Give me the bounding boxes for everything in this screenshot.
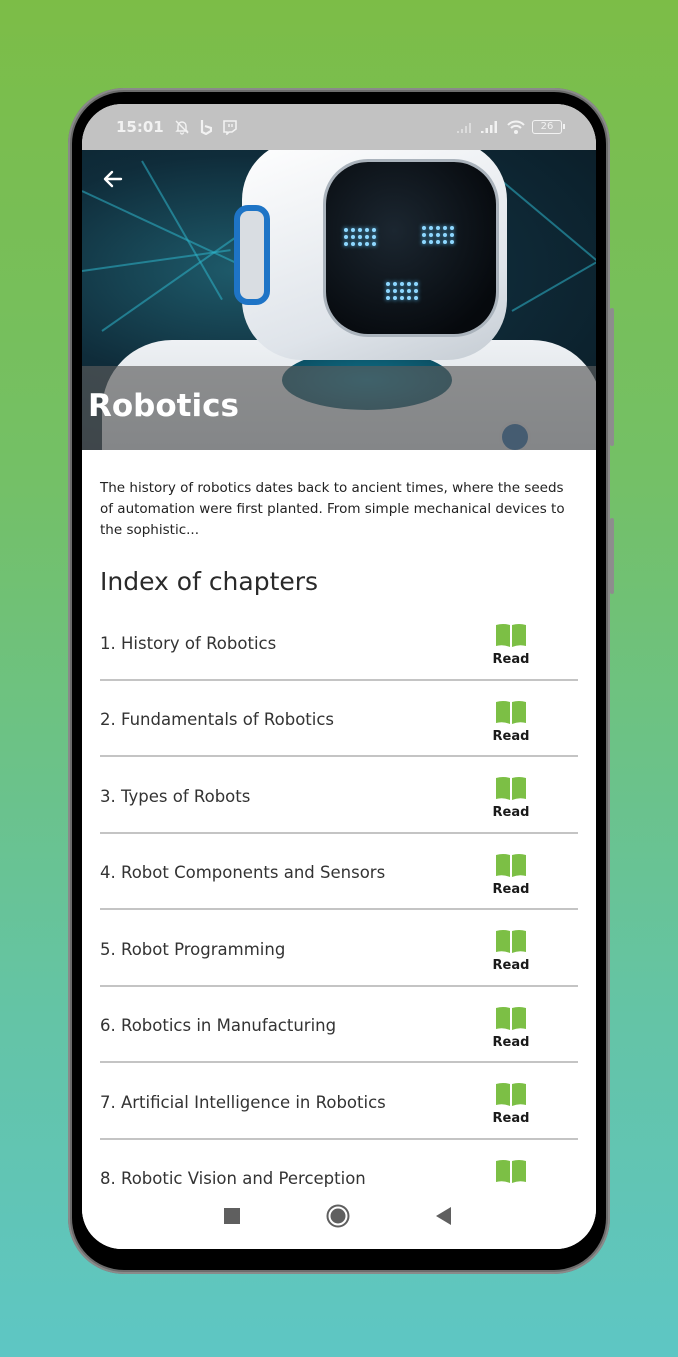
wifi-icon [506, 119, 526, 135]
recent-apps-button[interactable] [217, 1203, 247, 1233]
content-area: The history of robotics dates back to an… [100, 478, 578, 1216]
network-line [82, 249, 231, 272]
chapter-title: 4. Robot Components and Sensors [100, 863, 386, 883]
arrow-left-icon [101, 167, 125, 195]
read-button[interactable]: Read [486, 1082, 536, 1126]
chapter-title: 3. Types of Robots [100, 786, 251, 806]
read-label: Read [492, 1111, 530, 1127]
bing-icon [200, 119, 212, 135]
robot-hero-image: Robotics [82, 150, 596, 450]
open-book-icon [495, 700, 527, 728]
read-button[interactable]: Read [486, 700, 536, 744]
robot-right-eye [422, 226, 454, 244]
chapter-title: 6. Robotics in Manufacturing [100, 1016, 337, 1036]
status-bar: 15:01 26 [82, 104, 596, 150]
read-button[interactable]: Read [486, 929, 536, 973]
chapter-row[interactable]: 4. Robot Components and Sensors Read [100, 834, 578, 910]
chapter-title: 5. Robot Programming [100, 939, 286, 959]
chapter-row[interactable]: 6. Robotics in Manufacturing Read [100, 987, 578, 1063]
chapter-row[interactable]: 5. Robot Programming Read [100, 910, 578, 987]
page-title: Robotics [88, 388, 239, 424]
back-button[interactable] [98, 166, 128, 196]
open-book-icon [495, 929, 527, 957]
chapter-row[interactable]: 7. Artificial Intelligence in Robotics R… [100, 1063, 578, 1140]
open-book-icon [495, 776, 527, 804]
bell-off-icon [174, 119, 190, 135]
chapter-row[interactable]: 2. Fundamentals of Robotics Read [100, 681, 578, 757]
robot-left-eye [344, 228, 376, 246]
robot-face-screen [326, 162, 496, 334]
circle-icon [326, 1204, 350, 1232]
read-label: Read [492, 728, 530, 744]
read-label: Read [492, 881, 530, 897]
square-icon [224, 1208, 240, 1228]
volume-button [610, 308, 614, 446]
robot-ear [234, 205, 270, 305]
app-screen: 15:01 26 Robotics The history of robotic… [82, 104, 596, 1249]
network-line [141, 160, 223, 301]
signal-icon [480, 120, 500, 134]
chapter-title: 1. History of Robotics [100, 633, 277, 653]
navigation-bar [82, 1187, 596, 1249]
read-label: Read [492, 652, 530, 668]
network-line [501, 180, 596, 272]
system-back-button[interactable] [429, 1203, 459, 1233]
power-button [610, 518, 614, 594]
read-button[interactable]: Read [486, 623, 536, 667]
intro-text: The history of robotics dates back to an… [100, 480, 565, 538]
network-line [101, 226, 251, 332]
read-button[interactable]: Read [486, 776, 536, 820]
open-book-icon [495, 1159, 527, 1187]
read-button[interactable]: Read [486, 853, 536, 897]
chapter-list: 1. History of Robotics Read 2. Fundament… [100, 604, 578, 1216]
home-button[interactable] [323, 1203, 353, 1233]
robot-mouth [386, 282, 418, 300]
battery-indicator: 26 [532, 120, 565, 134]
open-book-icon [495, 1006, 527, 1034]
chapter-row[interactable]: 3. Types of Robots Read [100, 757, 578, 834]
read-label: Read [492, 805, 530, 821]
open-book-icon [495, 853, 527, 881]
chapter-title: 8. Robotic Vision and Perception [100, 1169, 366, 1189]
signal-weak-icon [456, 120, 474, 134]
network-line [511, 250, 596, 312]
status-time: 15:01 [116, 118, 164, 136]
open-book-icon [495, 623, 527, 651]
read-button[interactable]: Read [486, 1006, 536, 1050]
twitch-icon [222, 119, 238, 135]
chapter-title: 2. Fundamentals of Robotics [100, 710, 335, 730]
open-book-icon [495, 1082, 527, 1110]
triangle-back-icon [436, 1207, 452, 1229]
read-label: Read [492, 958, 530, 974]
chapter-title: 7. Artificial Intelligence in Robotics [100, 1092, 386, 1112]
section-title: Index of chapters [100, 567, 319, 596]
read-label: Read [492, 1034, 530, 1050]
chapter-row[interactable]: 1. History of Robotics Read [100, 604, 578, 681]
